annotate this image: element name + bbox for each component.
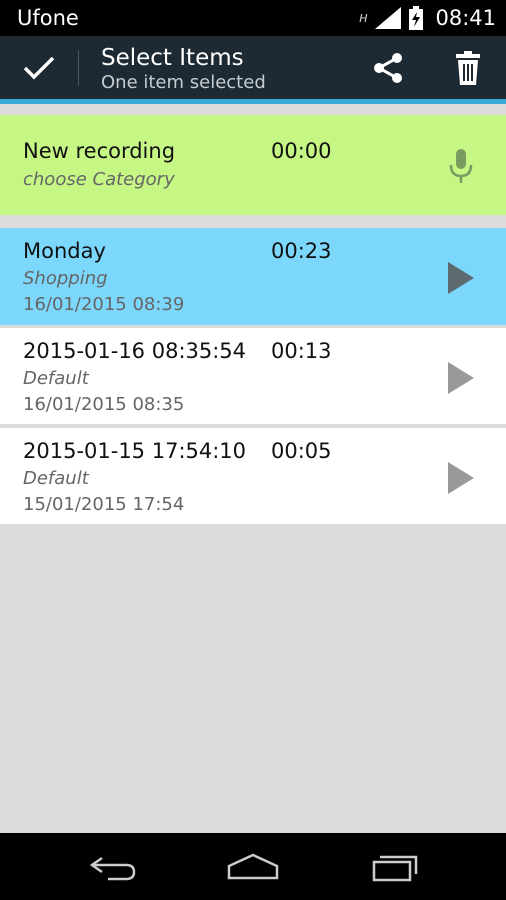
back-icon [89,856,136,881]
new-recording-title: New recording [23,139,176,163]
clock: 08:41 [435,6,496,30]
recording-duration: 00:05 [271,439,332,463]
status-bar: Ufone H 08:41 [0,0,506,36]
microphone-icon [449,149,473,183]
action-bar-titles: Select Items One item selected [101,44,266,94]
delete-button[interactable] [444,46,492,90]
recording-date: 15/01/2015 17:54 [23,494,185,515]
home-button[interactable] [218,845,288,889]
play-icon [448,462,474,494]
battery-icon [409,6,424,30]
signal-icon [375,7,402,29]
recording-date: 16/01/2015 08:39 [23,294,185,315]
recording-name: 2015-01-15 17:54:10 [23,439,247,463]
play-button[interactable] [440,458,482,498]
recording-item[interactable]: Monday 00:23 Shopping 16/01/2015 08:39 [0,228,506,325]
check-icon [23,56,55,79]
recording-duration: 00:13 [271,339,332,363]
action-bar-divider [78,50,79,86]
recording-category: Default [23,368,89,389]
play-icon [448,362,474,394]
done-button[interactable] [0,36,78,99]
trash-icon [456,51,480,85]
recording-name: Monday [23,239,106,263]
action-bar-title: Select Items [101,45,244,71]
new-recording-item[interactable]: New recording 00:00 choose Category [0,115,506,215]
recents-button[interactable] [360,845,430,889]
play-button[interactable] [440,258,482,298]
recording-duration: 00:23 [271,239,332,263]
new-recording-duration: 00:00 [271,139,332,163]
record-button[interactable] [440,147,482,187]
recording-item[interactable]: 2015-01-15 17:54:10 00:05 Default 15/01/… [0,428,506,524]
recording-name: 2015-01-16 08:35:54 [23,339,247,363]
home-icon [227,853,279,880]
action-bar: Select Items One item selected [0,36,506,104]
recording-item[interactable]: 2015-01-16 08:35:54 00:13 Default 16/01/… [0,328,506,424]
status-icons: H 08:41 [359,6,496,30]
play-button[interactable] [440,358,482,398]
recents-icon [372,855,418,882]
recording-date: 16/01/2015 08:35 [23,394,185,415]
action-bar-accent-line [0,99,506,104]
action-bar-subtitle: One item selected [101,72,266,93]
network-type-icon: H [359,11,368,25]
recording-category: Default [23,468,89,489]
recording-category: Shopping [23,268,108,289]
share-button[interactable] [364,46,412,90]
share-icon [374,53,402,83]
carrier-name: Ufone [17,6,79,30]
play-icon [448,262,474,294]
new-recording-category[interactable]: choose Category [23,169,175,190]
back-button[interactable] [78,845,148,889]
navigation-bar [0,833,506,900]
